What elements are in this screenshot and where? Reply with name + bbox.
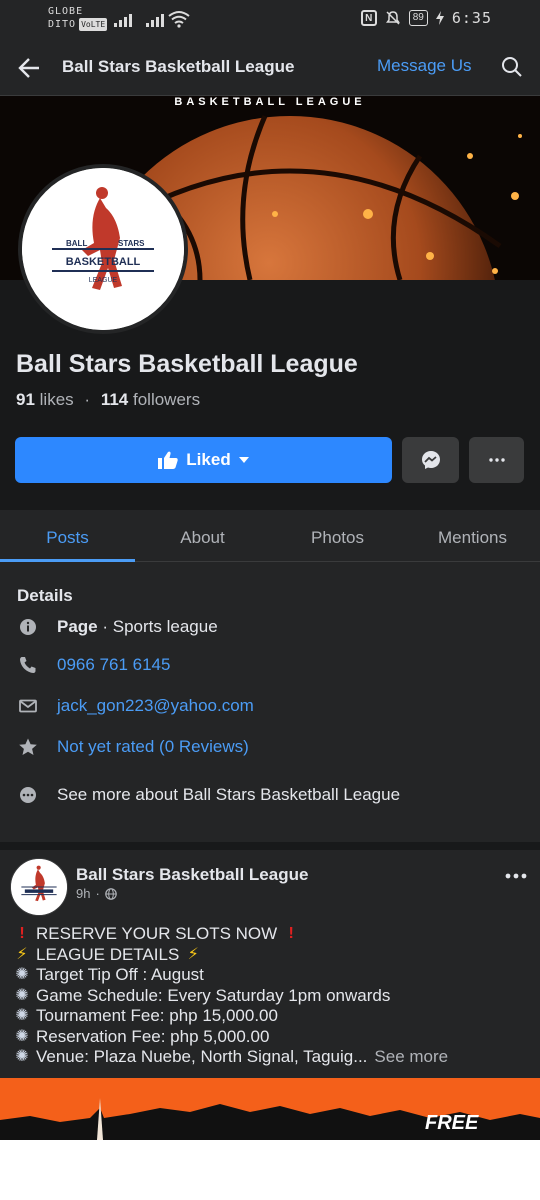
clock: 6:35	[451, 9, 492, 27]
tab-mentions[interactable]: Mentions	[405, 510, 540, 561]
logo-text-league: LEAGUE	[89, 277, 118, 284]
post-text: ! RESERVE YOUR SLOTS NOW! ⚡ LEAGUE DETAILS…	[12, 924, 448, 1068]
see-more-link[interactable]: See more	[374, 1047, 448, 1068]
detail-see-more[interactable]: See more about Ball Stars Basketball Lea…	[0, 780, 540, 810]
messenger-icon	[421, 451, 440, 469]
nfc-icon: N	[360, 10, 377, 26]
exclamation-icon: !	[19, 925, 25, 942]
charging-icon	[435, 11, 444, 25]
phone-icon	[20, 657, 36, 673]
lightning-icon: ⚡	[187, 945, 199, 963]
details-section: Details Page · Sports league 0966 761 61…	[0, 562, 540, 842]
battery-icon: 89	[408, 10, 428, 26]
details-title: Details	[17, 586, 73, 605]
detail-email[interactable]: jack_gon223@yahoo.com	[0, 691, 540, 721]
burst-icon: ✺	[15, 1027, 29, 1045]
followers-label: followers	[132, 390, 201, 409]
logo-text-basketball: BASKETBALL	[66, 256, 141, 268]
burst-icon: ✺	[15, 1007, 29, 1024]
more-dots-icon	[488, 458, 505, 462]
mute-icon	[385, 11, 400, 25]
wifi-icon	[168, 11, 190, 28]
carrier-1: GLOBE	[48, 6, 84, 17]
page-type-value: · Sports league	[97, 617, 218, 636]
thumbs-up-icon	[158, 451, 178, 469]
post-meta: 9h ·	[76, 886, 117, 901]
post-line: Venue: Plaza Nuebe, North Signal, Taguig…	[36, 1047, 368, 1066]
logo-text-ball: BALL	[66, 239, 87, 248]
detail-page-type: Page · Sports league	[0, 612, 540, 642]
lightning-icon: ⚡	[16, 945, 28, 963]
search-icon[interactable]	[500, 55, 524, 79]
see-more-about[interactable]: See more about Ball Stars Basketball Lea…	[57, 785, 400, 805]
post-card: Ball Stars Basketball League 9h · ! RESER…	[0, 850, 540, 1140]
email-address[interactable]: jack_gon223@yahoo.com	[57, 696, 254, 716]
status-right: N 89 6:35	[360, 9, 492, 27]
message-us-link[interactable]: Message Us	[377, 56, 471, 76]
post-line: Tournament Fee: php 15,000.00	[36, 1006, 278, 1025]
page-stats[interactable]: 91 likes · 114 followers	[16, 390, 200, 410]
post-line: RESERVE YOUR SLOTS NOW	[36, 924, 278, 943]
tab-posts[interactable]: Posts	[0, 510, 135, 562]
tab-photos[interactable]: Photos	[270, 510, 405, 561]
back-arrow-icon[interactable]	[16, 54, 44, 82]
post-line: Target Tip Off : August	[36, 965, 204, 984]
post-line: Reservation Fee: php 5,000.00	[36, 1026, 270, 1046]
likes-count: 91	[16, 390, 35, 409]
star-icon	[19, 738, 37, 755]
burst-icon: ✺	[15, 1048, 29, 1065]
burst-icon: ✺	[15, 966, 29, 983]
separator-dot: ·	[84, 390, 91, 409]
tab-about[interactable]: About	[135, 510, 270, 561]
followers-count: 114	[100, 390, 129, 409]
liked-button[interactable]: Liked	[15, 437, 392, 483]
page-header: Ball Stars Basketball League Message Us	[0, 40, 540, 96]
post-avatar[interactable]	[10, 858, 68, 916]
post-line: LEAGUE DETAILS	[36, 944, 180, 964]
more-options-button[interactable]	[469, 437, 524, 483]
league-logo: BALL STARS BASKETBALL LEAGUE	[22, 168, 184, 330]
rating-text[interactable]: Not yet rated (0 Reviews)	[57, 737, 249, 757]
cover-banner-text: BASKETBALL LEAGUE	[174, 96, 366, 108]
carrier-info: GLOBE DITO VoLTE	[48, 5, 108, 31]
profile-picture[interactable]: BALL STARS BASKETBALL LEAGUE	[18, 164, 188, 334]
facebook-page-app: GLOBE DITO VoLTE N 89 6:35 Ball Stars Ba…	[0, 0, 540, 1140]
post-author[interactable]: Ball Stars Basketball League	[76, 865, 308, 885]
page-tabs: Posts About Photos Mentions	[0, 502, 540, 562]
meta-dot: ·	[95, 886, 100, 901]
logo-text-stars: STARS	[118, 239, 145, 248]
detail-rating[interactable]: Not yet rated (0 Reviews)	[0, 732, 540, 762]
post-image-text: FREE	[425, 1112, 479, 1134]
page-type-label: Page	[57, 617, 98, 636]
post-line: Game Schedule: Every Saturday 1pm onward…	[36, 985, 391, 1005]
burst-icon: ✺	[15, 986, 29, 1004]
phone-number[interactable]: 0966 761 6145	[57, 655, 170, 675]
signal-icon	[146, 11, 164, 27]
more-circle-icon	[20, 787, 36, 803]
messenger-button[interactable]	[402, 437, 459, 483]
header-title: Ball Stars Basketball League	[62, 57, 295, 76]
globe-icon	[105, 887, 117, 900]
exclamation-icon: !	[288, 925, 294, 942]
post-time[interactable]: 9h	[76, 886, 90, 901]
status-bar: GLOBE DITO VoLTE N 89 6:35	[0, 0, 540, 40]
chevron-down-icon	[238, 457, 249, 463]
volte-badge: VoLTE	[79, 18, 108, 31]
detail-phone[interactable]: 0966 761 6145	[0, 650, 540, 680]
email-icon	[19, 699, 37, 713]
likes-label: likes	[39, 390, 74, 409]
page-name: Ball Stars Basketball League	[16, 350, 358, 378]
carrier-2: DITO	[48, 19, 77, 30]
liked-label: Liked	[186, 450, 231, 469]
info-icon	[20, 619, 36, 635]
post-options-icon[interactable]	[504, 866, 528, 886]
signal-icon	[114, 11, 132, 27]
post-image[interactable]: FREE	[0, 1078, 540, 1140]
league-logo-small	[11, 859, 67, 915]
